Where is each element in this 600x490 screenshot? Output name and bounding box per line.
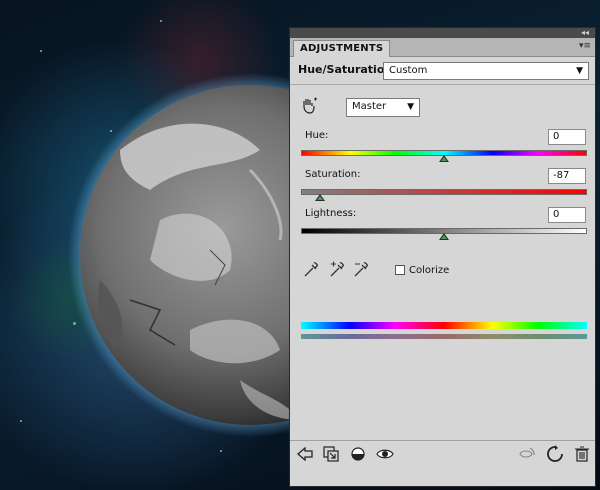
saturation-label: Saturation:	[305, 169, 361, 180]
preset-dropdown[interactable]: Custom ▼	[383, 62, 589, 80]
collapse-icon[interactable]: ◂◂	[581, 28, 589, 38]
adjustment-header: Hue/Saturation Custom ▼	[290, 57, 595, 85]
hue-input[interactable]: 0	[548, 129, 586, 145]
input-color-spectrum	[301, 322, 587, 329]
targeted-adjustment-hand-icon[interactable]	[300, 97, 318, 115]
eyedropper-icon[interactable]	[302, 261, 320, 279]
trash-icon[interactable]	[573, 445, 591, 463]
tab-adjustments[interactable]: ADJUSTMENTS	[293, 40, 391, 57]
layer-visibility-toggle-icon[interactable]	[349, 445, 367, 463]
lightness-slider-thumb[interactable]	[439, 233, 449, 240]
eyedropper-add-icon[interactable]	[328, 261, 346, 279]
colorize-label: Colorize	[409, 265, 450, 276]
preset-value: Custom	[389, 65, 428, 76]
chevron-down-icon: ▼	[576, 66, 583, 76]
adjustment-title: Hue/Saturation	[298, 63, 393, 76]
lightness-input[interactable]: 0	[548, 207, 586, 223]
eyedropper-subtract-icon[interactable]	[352, 261, 370, 279]
clip-to-layer-icon[interactable]	[322, 445, 340, 463]
panel-footer	[290, 440, 595, 487]
panel-tab-bar: ADJUSTMENTS ▾≡	[290, 38, 595, 57]
panel-menu-icon[interactable]: ▾≡	[579, 42, 591, 51]
hue-slider-thumb[interactable]	[439, 155, 449, 162]
chevron-down-icon: ▼	[407, 102, 414, 112]
saturation-slider-track[interactable]	[301, 189, 587, 195]
saturation-slider-thumb[interactable]	[314, 194, 325, 201]
output-color-spectrum	[301, 334, 587, 339]
reset-icon[interactable]	[546, 445, 564, 463]
adjustments-panel: ◂◂ ADJUSTMENTS ▾≡ Hue/Saturation Custom …	[289, 27, 596, 487]
hue-label: Hue:	[305, 130, 329, 141]
panel-title-bar[interactable]: ◂◂	[290, 28, 595, 38]
view-previous-state-icon[interactable]	[518, 445, 536, 463]
lightness-label: Lightness:	[305, 208, 357, 219]
saturation-input[interactable]: -87	[548, 168, 586, 184]
channel-value: Master	[352, 101, 387, 112]
eye-icon[interactable]	[376, 445, 394, 463]
colorize-checkbox[interactable]	[395, 265, 405, 275]
back-arrow-icon[interactable]	[296, 445, 314, 463]
channel-dropdown[interactable]: Master ▼	[346, 98, 420, 117]
